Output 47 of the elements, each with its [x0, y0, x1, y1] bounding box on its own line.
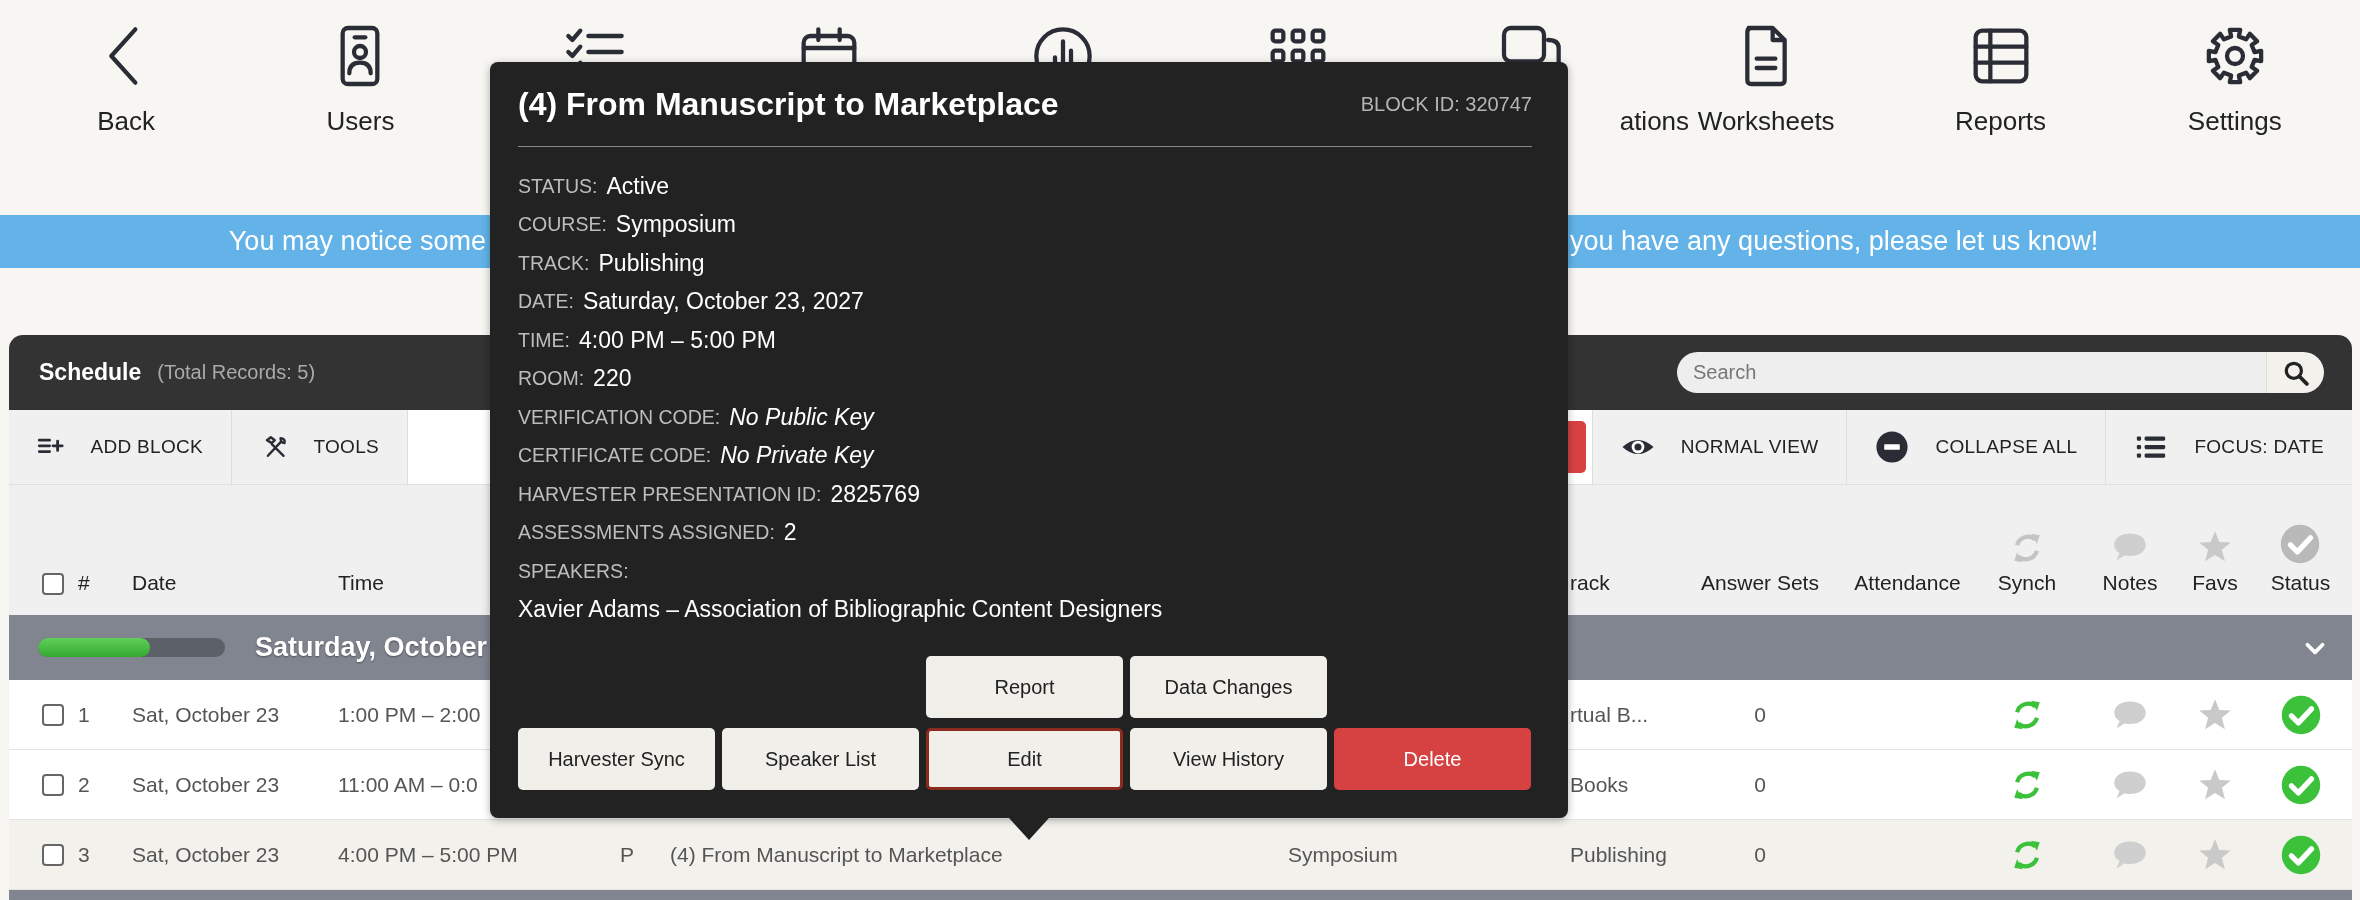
banner-text: You may notice some	[227, 226, 486, 257]
field-label: SPEAKERS:	[518, 559, 629, 583]
table-cell-text: Sat, October 23	[132, 772, 281, 797]
table-cell-text: (4) From Manuscript to Marketplace	[670, 842, 1004, 867]
table-cell-text: 1:00 PM – 2:00	[338, 702, 482, 727]
field-label: ROOM:	[518, 367, 585, 391]
field-label: DATE:	[518, 290, 574, 314]
field-label: TRACK:	[518, 251, 590, 275]
table-cell-text: 11:00 AM – 0:0	[338, 772, 479, 797]
banner-text: you have any questions, please let us know!	[1570, 226, 2100, 257]
table-cell-text: P	[620, 842, 635, 867]
speaker-name: Xavier Adams – Association of Bibliographic Content Designers	[518, 596, 1163, 624]
field-label: STATUS:	[518, 174, 598, 198]
field-label: TIME:	[518, 328, 570, 352]
field-label: COURSE:	[518, 213, 607, 237]
block-id: BLOCK ID: 320747	[1360, 92, 1532, 116]
table-cell: 0	[1754, 702, 1766, 727]
table-cell-text: 2	[78, 772, 91, 797]
popup-title: (4) From Manuscript to Marketplace	[518, 85, 1059, 123]
table-cell-text: Sat, October 23	[132, 842, 281, 867]
field-value: No Private Key	[720, 442, 874, 470]
field-value: Active	[606, 172, 670, 200]
table-cell-text: Symposium	[1288, 842, 1399, 867]
table-cell-text: Publishing	[1570, 842, 1668, 867]
field-value: Symposium	[615, 211, 736, 239]
field-label: ASSESSMENTS ASSIGNED:	[518, 521, 775, 545]
group-title: Saturday, October	[255, 632, 488, 663]
field-value: 2	[783, 519, 797, 547]
table-cell-text: rtual B...	[1570, 702, 1650, 727]
field-value: 2825769	[830, 480, 920, 508]
table-cell-text: 4:00 PM – 5:00 PM	[338, 842, 519, 867]
field-label: VERIFICATION CODE:	[518, 405, 721, 429]
table-cell-text: Sat, October 23	[132, 702, 281, 727]
field-value: Publishing	[598, 249, 705, 277]
field-value: No Public Key	[729, 403, 874, 431]
field-value: 220	[593, 365, 632, 393]
field-value: Saturday, October 23, 2027	[583, 288, 864, 316]
record-count: (Total Records: 5)	[157, 361, 316, 384]
table-cell-text: 1	[78, 702, 91, 727]
field-value: 4:00 PM – 5:00 PM	[579, 326, 776, 354]
field-label: HARVESTER PRESENTATION ID:	[518, 482, 822, 506]
table-cell-text: 3	[78, 842, 91, 867]
table-cell-text: Books	[1570, 772, 1630, 797]
table-cell: 0	[1754, 842, 1766, 867]
table-cell: 0	[1754, 772, 1766, 797]
field-label: CERTIFICATE CODE:	[518, 444, 712, 468]
panel-title: Schedule	[39, 359, 142, 386]
